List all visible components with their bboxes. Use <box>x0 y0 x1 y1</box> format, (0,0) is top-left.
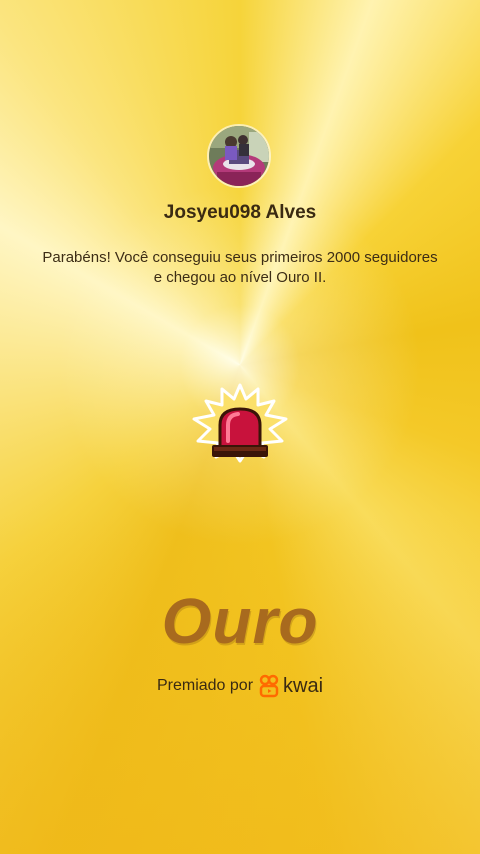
level-title: Ouro <box>161 585 319 657</box>
achievement-message: Parabéns! Você conseguiu seus primeiros … <box>42 249 438 286</box>
avatar[interactable] <box>207 124 271 188</box>
achievement-screen: Josyeu098 Alves Parabéns! Você conseguiu… <box>0 0 480 854</box>
awarded-by-label: Premiado por <box>156 677 254 694</box>
siren-icon <box>192 383 288 463</box>
kwai-brand-name: kwai <box>283 674 324 697</box>
kwai-logo-icon <box>259 674 279 698</box>
user-avatar-photo-icon <box>209 126 269 186</box>
awarded-by-row: Premiado por kwai <box>0 672 480 700</box>
username: Josyeu098 Alves <box>163 202 317 223</box>
